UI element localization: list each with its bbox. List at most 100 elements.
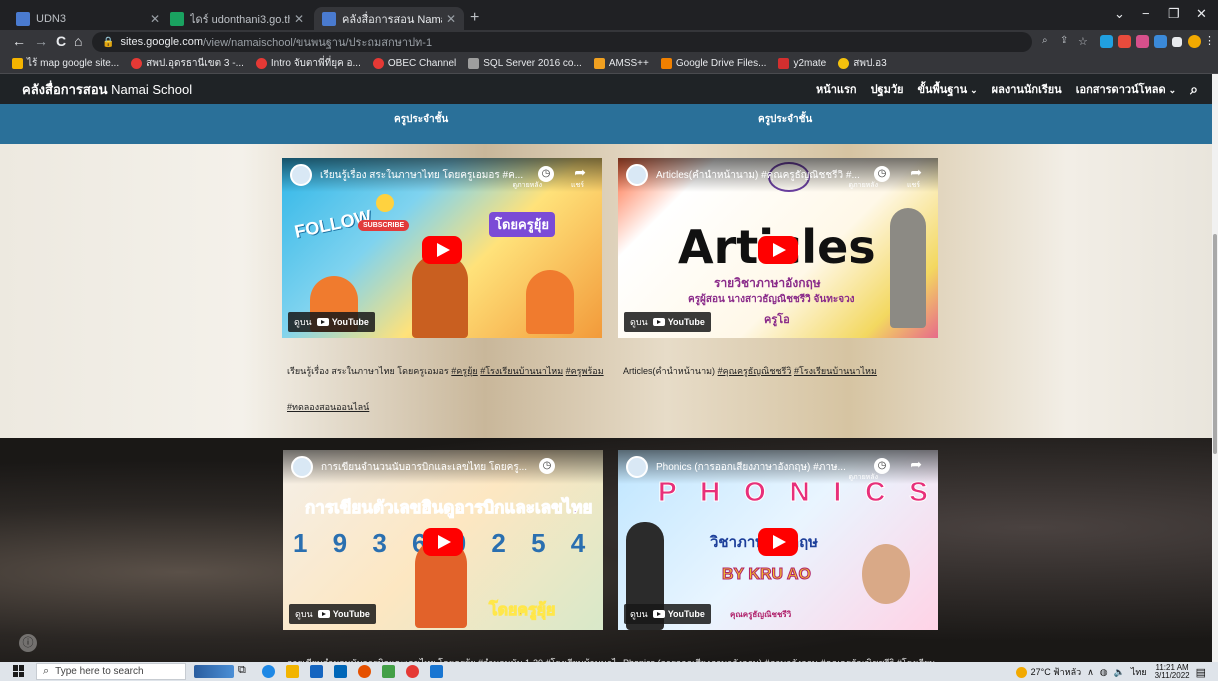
nav-downloads[interactable]: เอกสารดาวน์โหลด ⌄ bbox=[1076, 80, 1176, 98]
minimize-button[interactable]: − bbox=[1142, 6, 1150, 21]
share-icon[interactable]: ➦ bbox=[910, 164, 922, 181]
channel-avatar[interactable] bbox=[290, 164, 312, 186]
bookmark-item[interactable]: OBEC Channel bbox=[372, 58, 456, 69]
nav-home[interactable]: หน้าแรก bbox=[816, 80, 857, 98]
office-icon[interactable] bbox=[358, 665, 371, 678]
video-title[interactable]: Phonics (การออกเสียงภาษาอังกฤษ) #ภาษ... bbox=[656, 460, 871, 475]
watch-later-icon[interactable]: ◷ bbox=[539, 458, 555, 474]
play-button-icon[interactable] bbox=[758, 528, 798, 556]
watch-on-youtube-button[interactable]: ดูบน YouTube bbox=[624, 604, 711, 624]
line-icon[interactable] bbox=[382, 665, 395, 678]
address-host: sites.google.com bbox=[120, 36, 203, 48]
extension-icon[interactable] bbox=[1118, 35, 1131, 48]
browser-tab-drive[interactable]: ไดร์ udonthani3.go.th - Google D ✕ bbox=[162, 7, 312, 30]
play-button-icon[interactable] bbox=[422, 236, 462, 264]
task-view-icon[interactable]: ⧉ bbox=[238, 664, 251, 677]
close-tab-icon[interactable]: ✕ bbox=[294, 12, 304, 26]
channel-avatar[interactable] bbox=[291, 456, 313, 478]
video-embed-phonics[interactable]: P H O N I C S วิชาภาษาอังกฤษ BY KRU AO ค… bbox=[618, 450, 938, 630]
extension-icon[interactable] bbox=[1100, 35, 1113, 48]
bookmark-item[interactable]: y2mate bbox=[778, 58, 826, 69]
extension-icon[interactable] bbox=[1136, 35, 1149, 48]
bookmark-item[interactable]: Intro จับตาพี่ที่ยุค อ... bbox=[255, 56, 361, 71]
language-indicator[interactable]: ไทย bbox=[1131, 665, 1147, 679]
edge-icon[interactable] bbox=[262, 665, 275, 678]
notifications-icon[interactable]: ▤ bbox=[1196, 666, 1206, 679]
channel-avatar[interactable] bbox=[626, 456, 648, 478]
close-window-button[interactable]: ✕ bbox=[1196, 6, 1207, 22]
forward-button[interactable]: → bbox=[34, 33, 48, 49]
nav-student-work[interactable]: ผลงานนักเรียน bbox=[992, 80, 1062, 98]
photos-icon[interactable] bbox=[430, 665, 443, 678]
browser-tab-namai[interactable]: คลังสื่อการสอน Namai School - ประ ✕ bbox=[314, 7, 464, 30]
lock-icon[interactable]: 🔒 bbox=[102, 37, 114, 48]
video-title[interactable]: การเขียนจำนวนนับอารบิกและเลขไทย โดยครู..… bbox=[321, 460, 536, 475]
extension-icon[interactable] bbox=[1154, 35, 1167, 48]
bookmark-star-icon[interactable]: ☆ bbox=[1078, 35, 1091, 48]
tab-label: ไดร์ udonthani3.go.th - Google D bbox=[190, 13, 290, 26]
nav-basic-education[interactable]: ขั้นพื้นฐาน ⌄ bbox=[918, 80, 978, 98]
weather-text[interactable]: 27°C ฟ้าหลัว bbox=[1031, 665, 1082, 679]
video-title[interactable]: Articles(คำนำหน้านาม) #คุณครูธัญณิชชรีวิ… bbox=[656, 168, 871, 183]
search-icon[interactable]: ⌕ bbox=[1190, 81, 1198, 98]
address-bar[interactable]: 🔒 sites.google.com/view/namaischool/ขนพน… bbox=[92, 32, 1032, 52]
bookmark-item[interactable]: Google Drive Files... bbox=[660, 58, 766, 69]
video-embed-articles[interactable]: Articles รายวิชาภาษาอังกฤษ ครูผู้สอน นาง… bbox=[618, 158, 938, 338]
page-scrollbar[interactable] bbox=[1212, 74, 1218, 662]
browser-tab-udn3[interactable]: UDN3 ✕ bbox=[8, 7, 168, 30]
chrome-icon[interactable] bbox=[406, 665, 419, 678]
reload-button[interactable]: C bbox=[56, 33, 66, 49]
play-button-icon[interactable] bbox=[758, 236, 798, 264]
bookmarks-bar: ไร้ map google site... สพป.อุดรธานีเขต 3… bbox=[0, 54, 1218, 74]
video-embed-thai-vowels[interactable]: FOLLOW SUBSCRIBE โดยครูยุ้ย เรียนรู้เรื่… bbox=[282, 158, 602, 338]
taskbar-search-input[interactable]: ⌕ Type here to search bbox=[36, 663, 186, 680]
close-tab-icon[interactable]: ✕ bbox=[446, 12, 456, 26]
volume-icon[interactable]: 🔈 bbox=[1114, 667, 1125, 678]
profile-avatar[interactable] bbox=[1188, 35, 1201, 48]
drive-icon bbox=[660, 58, 672, 69]
watch-on-youtube-button[interactable]: ดูบน YouTube bbox=[288, 312, 375, 332]
new-tab-button[interactable]: + bbox=[470, 9, 479, 27]
hashtag-link[interactable]: #โรงเรียนบ้านนาไหม bbox=[794, 366, 877, 376]
network-icon[interactable]: ◍ bbox=[1100, 667, 1108, 678]
site-info-icon[interactable]: ⓘ bbox=[19, 634, 37, 652]
zoom-icon[interactable]: ⌕ bbox=[1042, 35, 1055, 48]
share-icon[interactable]: ➦ bbox=[910, 456, 922, 473]
play-button-icon[interactable] bbox=[423, 528, 463, 556]
share-icon[interactable]: ➦ bbox=[574, 164, 586, 181]
bookmark-item[interactable]: สพป.อุดรธานีเขต 3 -... bbox=[131, 56, 244, 71]
share-label: แชร์ bbox=[906, 182, 920, 189]
bookmark-item[interactable]: ไร้ map google site... bbox=[12, 56, 119, 71]
scrollbar-thumb[interactable] bbox=[1213, 234, 1217, 454]
taskbar-clock[interactable]: 11:21 AM 3/11/2022 bbox=[1155, 664, 1190, 680]
file-explorer-icon[interactable] bbox=[286, 665, 299, 678]
chevron-up-icon[interactable]: ∧ bbox=[1087, 667, 1094, 678]
site-title[interactable]: คลังสื่อการสอน Namai School bbox=[22, 79, 192, 100]
bookmark-item[interactable]: สพป.อ3 bbox=[838, 56, 887, 71]
video-title[interactable]: เรียนรู้เรื่อง สระในภาษาไทย โดยครูเอมอร … bbox=[320, 168, 535, 183]
channel-avatar[interactable] bbox=[626, 164, 648, 186]
extensions-puzzle-icon[interactable] bbox=[1172, 37, 1182, 47]
close-tab-icon[interactable]: ✕ bbox=[150, 12, 160, 26]
hashtag-link[interactable]: #ครูยุ้ย bbox=[451, 366, 477, 376]
store-icon[interactable] bbox=[310, 665, 323, 678]
back-button[interactable]: ← bbox=[12, 33, 26, 49]
mail-icon[interactable] bbox=[334, 665, 347, 678]
watch-on-youtube-button[interactable]: ดูบน YouTube bbox=[289, 604, 376, 624]
nav-early-childhood[interactable]: ปฐมวัย bbox=[871, 80, 904, 98]
watch-on-youtube-button[interactable]: ดูบน YouTube bbox=[624, 312, 711, 332]
hashtag-link[interactable]: #คุณครูธัญณิชชรีวิ bbox=[718, 366, 792, 376]
home-button[interactable]: ⌂ bbox=[74, 33, 82, 49]
video-embed-arabic-numerals[interactable]: การเขียนตัวเลขฮินดูอารบิกและเลขไทย 1 9 3… bbox=[283, 450, 603, 630]
hashtag-link[interactable]: #โรงเรียนบ้านนาไหม bbox=[480, 366, 563, 376]
taskbar-banner-icon[interactable] bbox=[194, 665, 234, 678]
restore-button[interactable]: ❐ bbox=[1168, 6, 1180, 22]
bookmark-item[interactable]: SQL Server 2016 co... bbox=[468, 58, 582, 69]
tab-search-icon[interactable]: ⌄ bbox=[1114, 6, 1125, 22]
hashtag-link[interactable]: #ทดลองสอนออนไลน์ bbox=[287, 402, 369, 412]
hashtag-link[interactable]: #ครูพร้อม bbox=[566, 366, 604, 376]
share-icon[interactable]: ⇪ bbox=[1060, 35, 1073, 48]
menu-kebab-icon[interactable]: ⋮ bbox=[1204, 34, 1217, 47]
bookmark-item[interactable]: AMSS++ bbox=[593, 58, 649, 69]
windows-start-icon[interactable] bbox=[13, 665, 25, 677]
